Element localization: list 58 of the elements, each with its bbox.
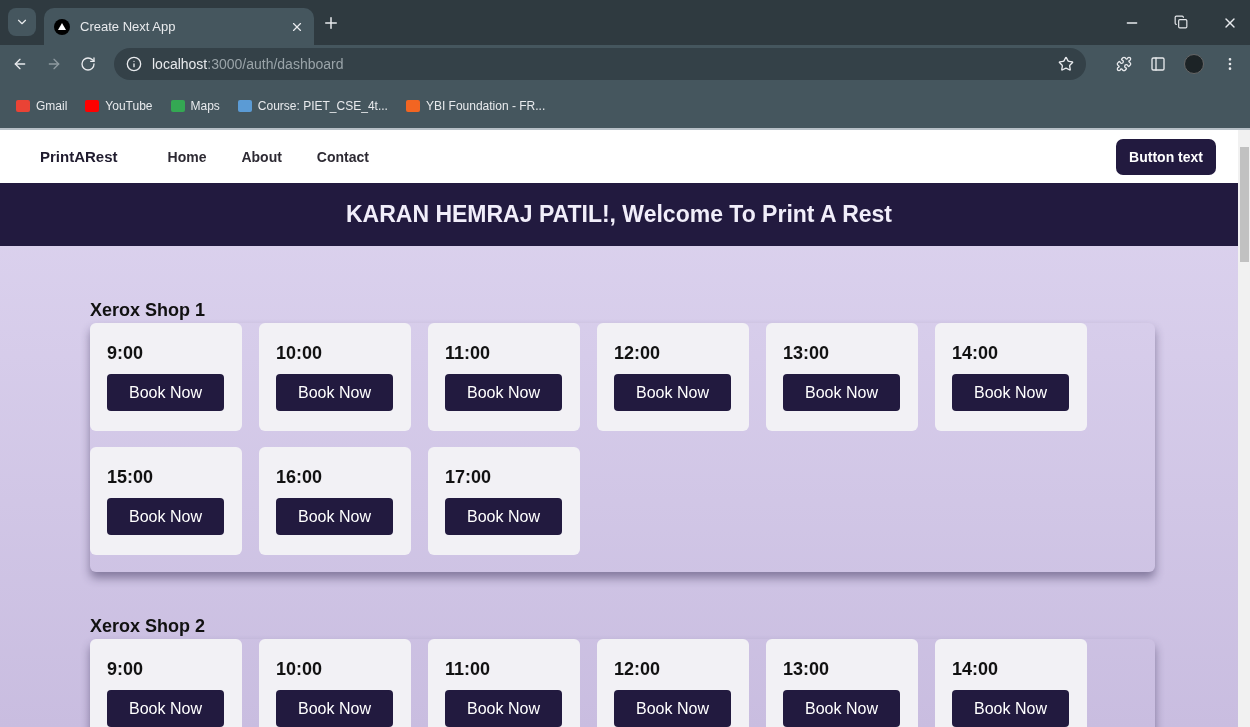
info-icon — [126, 56, 142, 72]
book-now-button[interactable]: Book Now — [107, 690, 224, 727]
slot-time: 11:00 — [445, 659, 491, 680]
shop-name: Xerox Shop 2 — [90, 616, 207, 637]
welcome-title: KARAN HEMRAJ PATIL!, Welcome To Print A Rest — [345, 201, 893, 228]
nav-link[interactable]: Contact — [316, 148, 369, 165]
book-now-button[interactable]: Book Now — [276, 498, 393, 535]
book-now-button[interactable]: Book Now — [614, 374, 731, 411]
tab-title: Create Next App — [80, 19, 177, 34]
bookmark-link[interactable]: YBI Foundation - FR... — [405, 98, 546, 113]
slot-time: 9:00 — [107, 659, 144, 680]
slot-time: 12:00 — [614, 659, 661, 680]
bookmark-link[interactable]: Maps — [170, 98, 220, 113]
back-icon[interactable] — [12, 56, 28, 72]
book-now-button[interactable]: Book Now — [445, 498, 562, 535]
address-bar[interactable]: localhost:3000/auth/dashboard — [114, 48, 1086, 80]
slot-time: 14:00 — [952, 343, 999, 364]
slot-time: 13:00 — [783, 659, 830, 680]
book-now-button[interactable]: Book Now — [107, 374, 224, 411]
slot-time: 10:00 — [276, 343, 323, 364]
brand-name: PrintARest — [40, 148, 118, 165]
slot-time: 15:00 — [107, 467, 154, 488]
puzzle-icon[interactable] — [1116, 56, 1132, 72]
bookmark-link[interactable]: Course: PIET_CSE_4t... — [237, 98, 388, 113]
book-now-button[interactable]: Book Now — [445, 690, 562, 727]
slot-time: 10:00 — [276, 659, 323, 680]
forward-icon[interactable] — [46, 56, 62, 72]
side-panel-icon[interactable] — [1150, 56, 1166, 72]
avatar-icon[interactable] — [1184, 54, 1204, 74]
bookmark-link[interactable]: Gmail — [16, 98, 68, 113]
slot-time: 13:00 — [783, 343, 830, 364]
reload-icon[interactable] — [80, 56, 96, 72]
book-now-button[interactable]: Book Now — [107, 498, 224, 535]
book-now-button[interactable]: Book Now — [614, 690, 731, 727]
slot-time: 12:00 — [614, 343, 661, 364]
star-icon[interactable] — [1058, 56, 1074, 72]
triangle-logo-icon — [54, 18, 70, 35]
book-now-button[interactable]: Book Now — [276, 374, 393, 411]
book-now-button[interactable]: Book Now — [445, 374, 562, 411]
slot-time: 14:00 — [952, 659, 999, 680]
book-now-button[interactable]: Book Now — [952, 690, 1069, 727]
book-now-button[interactable]: Book Now — [952, 374, 1069, 411]
header-button[interactable]: Button text — [1116, 138, 1216, 175]
slot-time: 11:00 — [445, 343, 491, 364]
tab-list-button[interactable] — [8, 8, 36, 36]
slot-time: 16:00 — [276, 467, 323, 488]
slot-time: 17:00 — [445, 467, 492, 488]
book-now-button[interactable]: Book Now — [783, 374, 900, 411]
shop-name: Xerox Shop 1 — [90, 300, 207, 321]
book-now-button[interactable]: Book Now — [783, 690, 900, 727]
scrollbar[interactable] — [1238, 130, 1250, 727]
browser-tab[interactable]: Create Next App — [44, 8, 314, 45]
book-now-button[interactable]: Book Now — [276, 690, 393, 727]
restore-icon[interactable] — [1174, 14, 1188, 31]
nav-link[interactable]: About — [241, 148, 282, 165]
nav-link[interactable]: Home — [167, 148, 207, 165]
slot-time: 9:00 — [107, 343, 144, 364]
bookmark-link[interactable]: YouTube — [85, 98, 153, 113]
